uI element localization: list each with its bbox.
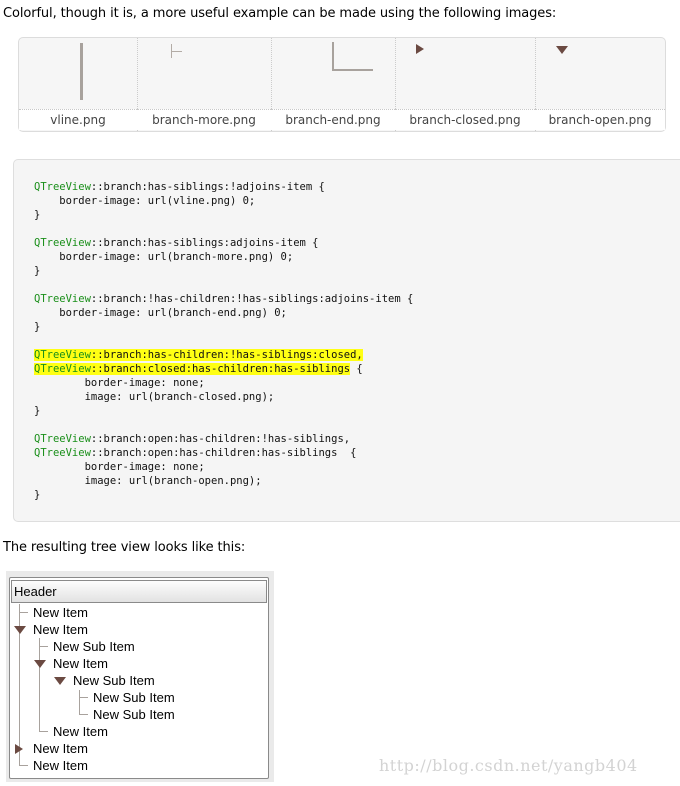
tree-item[interactable]: New Sub Item xyxy=(53,638,135,655)
image-cell-vline: vline.png xyxy=(19,38,138,131)
tree-view-screenshot: Header New Item New Item New Sub Item Ne… xyxy=(6,571,274,782)
selector-keyword: QTreeView xyxy=(34,237,91,249)
branch-closed-icon xyxy=(416,44,424,54)
code-selector: ::branch:open:has-children:!has-siblings… xyxy=(90,433,351,445)
code-token: { xyxy=(305,237,319,249)
expand-arrow-icon[interactable] xyxy=(34,660,46,668)
tree-item[interactable]: New Item xyxy=(33,740,88,757)
code-token: { xyxy=(350,363,363,375)
tree-header[interactable]: Header xyxy=(11,580,267,603)
selector-keyword: QTreeView xyxy=(34,181,91,193)
code-line: border-image: none; xyxy=(34,377,205,389)
code-line: } xyxy=(34,265,41,277)
highlighted-selector: QTreeView::branch:has-children:!has-sibl… xyxy=(34,349,363,361)
vline-icon xyxy=(80,43,83,100)
code-selector: ::branch:has-siblings:!adjoins-item xyxy=(90,181,313,193)
tree-view: Header New Item New Item New Sub Item Ne… xyxy=(9,577,269,779)
tree-item[interactable]: New Sub Item xyxy=(93,706,175,723)
tree-item[interactable]: New Item xyxy=(53,723,108,740)
image-label: branch-more.png xyxy=(137,109,271,130)
image-label: branch-end.png xyxy=(271,109,395,130)
code-selector: ::branch:!has-children:!has-siblings:adj… xyxy=(90,293,401,305)
code-line: border-image: url(branch-end.png) 0; xyxy=(34,307,287,319)
code-selector: ::branch:has-children:!has-siblings:clos… xyxy=(90,349,363,361)
expand-arrow-icon[interactable] xyxy=(14,626,26,634)
tree-item[interactable]: New Sub Item xyxy=(73,672,155,689)
tree-item[interactable]: New Item xyxy=(33,621,88,638)
code-line: image: url(branch-open.png); xyxy=(34,475,262,487)
code-block: QTreeView::branch:has-siblings:!adjoins-… xyxy=(13,159,680,522)
code-line: } xyxy=(34,489,41,501)
tree-item[interactable]: New Item xyxy=(33,757,88,774)
branch-line xyxy=(40,731,48,732)
result-text: The resulting tree view looks like this: xyxy=(3,540,246,555)
selector-keyword: QTreeView xyxy=(34,363,91,375)
code-line: } xyxy=(34,321,41,333)
branch-images-table: vline.png branch-more.png branch-end.png… xyxy=(18,37,666,132)
code-line: } xyxy=(34,209,41,221)
code-line: border-image: none; xyxy=(34,461,205,473)
code-token: { xyxy=(400,293,414,305)
branch-line xyxy=(39,638,40,732)
branch-line xyxy=(79,690,80,715)
branch-line xyxy=(20,612,28,613)
code-selector: ::branch:open:has-children:has-siblings xyxy=(90,447,338,459)
code-token: { xyxy=(337,447,357,459)
branch-line xyxy=(80,697,88,698)
intro-text: Colorful, though it is, a more useful ex… xyxy=(3,6,557,21)
code-line: border-image: url(branch-more.png) 0; xyxy=(34,251,294,263)
code-line: border-image: url(vline.png) 0; xyxy=(34,195,256,207)
watermark: http://blog.csdn.net/yangb404 xyxy=(379,756,638,775)
code-line: image: url(branch-closed.png); xyxy=(34,391,275,403)
code-selector: ::branch:has-siblings:adjoins-item xyxy=(90,237,306,249)
tree-item[interactable]: New Item xyxy=(53,655,108,672)
branch-line xyxy=(40,646,48,647)
branch-line xyxy=(80,714,88,715)
branch-line xyxy=(20,765,28,766)
image-label: branch-open.png xyxy=(535,109,665,130)
selector-keyword: QTreeView xyxy=(34,447,91,459)
highlighted-selector: QTreeView::branch:closed:has-children:ha… xyxy=(34,363,351,375)
selector-keyword: QTreeView xyxy=(34,433,91,445)
image-cell-branch-more: branch-more.png xyxy=(137,38,272,131)
collapse-arrow-icon[interactable] xyxy=(15,744,23,754)
image-label: vline.png xyxy=(19,109,137,130)
code-token: { xyxy=(312,181,325,193)
branch-open-icon xyxy=(556,46,568,54)
tree-item[interactable]: New Item xyxy=(33,604,88,621)
selector-keyword: QTreeView xyxy=(34,293,91,305)
selector-keyword: QTreeView xyxy=(34,349,91,361)
image-cell-branch-open: branch-open.png xyxy=(535,38,665,131)
tree-item[interactable]: New Sub Item xyxy=(93,689,175,706)
image-label: branch-closed.png xyxy=(395,109,535,130)
code-line: } xyxy=(34,405,41,417)
expand-arrow-icon[interactable] xyxy=(54,677,66,685)
code-selector: ::branch:closed:has-children:has-sibling… xyxy=(90,363,351,375)
code-listing: QTreeView::branch:has-siblings:!adjoins-… xyxy=(34,180,413,502)
